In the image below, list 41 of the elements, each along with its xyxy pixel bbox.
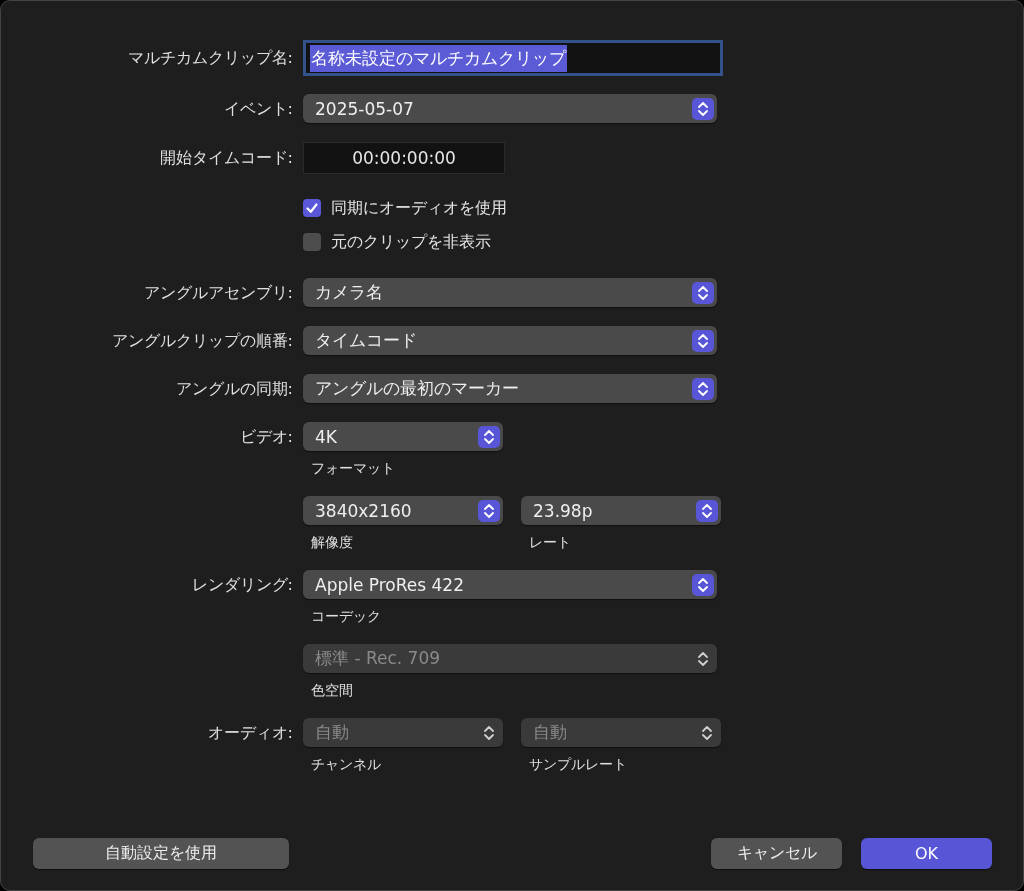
- ok-button[interactable]: OK: [861, 838, 992, 869]
- field-label: マルチカムクリップ名:: [127, 48, 293, 67]
- field-label: ビデオ:: [239, 427, 293, 446]
- field-label: オーディオ:: [207, 723, 293, 742]
- popup-caption: 色空間: [311, 682, 354, 700]
- stepper-icon: [478, 499, 500, 522]
- popup-caption: レート: [529, 534, 572, 552]
- popup-menu[interactable]: アングルの最初のマーカー: [303, 374, 717, 403]
- name-input-field[interactable]: 名称未設定のマルチカムクリップ: [303, 40, 723, 76]
- stepper-icon: [696, 499, 718, 522]
- field-label: アングルクリップの順番:: [111, 331, 293, 350]
- stepper-icon: [692, 281, 714, 304]
- use-auto-settings-button[interactable]: 自動設定を使用: [33, 838, 289, 869]
- checkbox[interactable]: [303, 233, 321, 251]
- popup-caption: サンプルレート: [529, 756, 628, 774]
- stepper-icon: [692, 329, 714, 352]
- popup-menu[interactable]: 3840x2160: [303, 496, 503, 525]
- checkbox-label[interactable]: 同期にオーディオを使用: [331, 197, 507, 219]
- popup-caption: コーデック: [311, 608, 382, 626]
- stepper-icon: [692, 377, 714, 400]
- cancel-button[interactable]: キャンセル: [711, 838, 842, 869]
- timecode-field[interactable]: 00:00:00:00: [303, 142, 505, 174]
- checkbox[interactable]: [303, 199, 321, 217]
- popup-menu[interactable]: カメラ名: [303, 278, 717, 307]
- field-label: 開始タイムコード:: [159, 148, 293, 167]
- field-label: イベント:: [223, 99, 293, 118]
- checkbox-label[interactable]: 元のクリップを非表示: [331, 231, 491, 253]
- field-label: レンダリング:: [191, 575, 293, 594]
- popup-caption: チャンネル: [311, 756, 382, 774]
- stepper-icon: [692, 573, 714, 596]
- field-label: アングルの同期:: [175, 379, 293, 398]
- field-label: アングルアセンブリ:: [143, 283, 293, 302]
- popup-menu[interactable]: Apple ProRes 422: [303, 570, 717, 599]
- stepper-icon: [478, 425, 500, 448]
- popup-menu[interactable]: 23.98p: [521, 496, 721, 525]
- popup-menu[interactable]: 2025-05-07: [303, 94, 717, 123]
- popup-menu[interactable]: 4K: [303, 422, 503, 451]
- popup-caption: フォーマット: [311, 460, 396, 478]
- stepper-icon: [692, 97, 714, 120]
- popup-caption: 解像度: [311, 534, 354, 552]
- popup-menu[interactable]: タイムコード: [303, 326, 717, 355]
